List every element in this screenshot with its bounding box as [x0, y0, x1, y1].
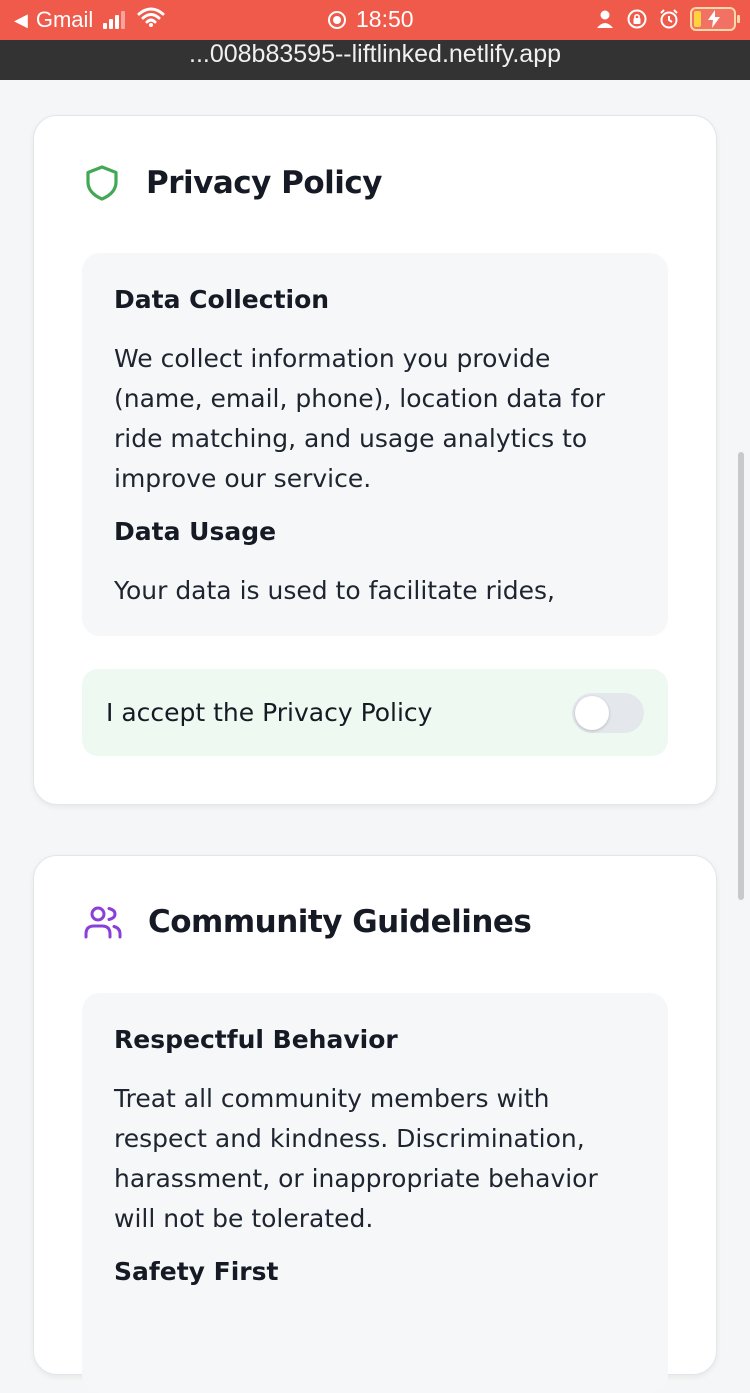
screen-record-icon	[328, 10, 346, 29]
section-heading: Respectful Behavior	[114, 1025, 398, 1054]
accept-privacy-label: I accept the Privacy Policy	[106, 698, 433, 727]
community-guidelines-card: Community Guidelines Respectful Behavior…	[33, 855, 717, 1393]
community-card-header: Community Guidelines	[84, 904, 532, 940]
privacy-card-title: Privacy Policy	[146, 165, 383, 201]
section-text: We collect information you provide (name…	[114, 344, 606, 493]
orientation-lock-icon	[627, 9, 647, 29]
section-text: Treat all community members with respect…	[114, 1084, 598, 1233]
status-center: 18:50	[328, 6, 414, 33]
section-heading: Data Usage	[114, 517, 277, 546]
status-bar: ◀ Gmail 18:50	[0, 0, 750, 40]
page-scrollbar[interactable]	[738, 452, 744, 900]
back-app-label[interactable]: Gmail	[36, 7, 93, 33]
browser-url-bar[interactable]: ...008b83595--liftlinked.netlify.app	[0, 40, 750, 80]
community-card-title: Community Guidelines	[148, 904, 532, 940]
shield-icon	[86, 165, 118, 201]
status-right	[584, 7, 740, 31]
battery-icon	[690, 7, 740, 31]
accept-privacy-toggle[interactable]	[572, 692, 644, 733]
back-triangle-icon[interactable]: ◀	[14, 10, 28, 31]
wifi-icon	[137, 7, 165, 33]
privacy-policy-card: Privacy Policy Data Collection We collec…	[33, 115, 717, 805]
person-icon	[597, 10, 613, 28]
accept-privacy-row[interactable]: I accept the Privacy Policy	[82, 669, 668, 756]
alarm-icon	[660, 9, 678, 29]
section-heading: Safety First	[114, 1257, 279, 1286]
url-text[interactable]: ...008b83595--liftlinked.netlify.app	[189, 40, 561, 68]
status-time: 18:50	[356, 6, 414, 32]
privacy-policy-text-box[interactable]: Data Collection We collect information y…	[82, 253, 668, 636]
privacy-card-header: Privacy Policy	[84, 164, 383, 202]
status-left: ◀ Gmail	[14, 7, 165, 33]
section-heading: Data Collection	[114, 285, 330, 314]
toggle-knob	[575, 695, 609, 730]
cellular-signal-icon	[103, 11, 127, 29]
section-text: Your data is used to facilitate rides,	[114, 576, 556, 605]
users-icon	[84, 906, 122, 939]
community-guidelines-text-box[interactable]: Respectful Behavior Treat all community …	[82, 993, 668, 1393]
